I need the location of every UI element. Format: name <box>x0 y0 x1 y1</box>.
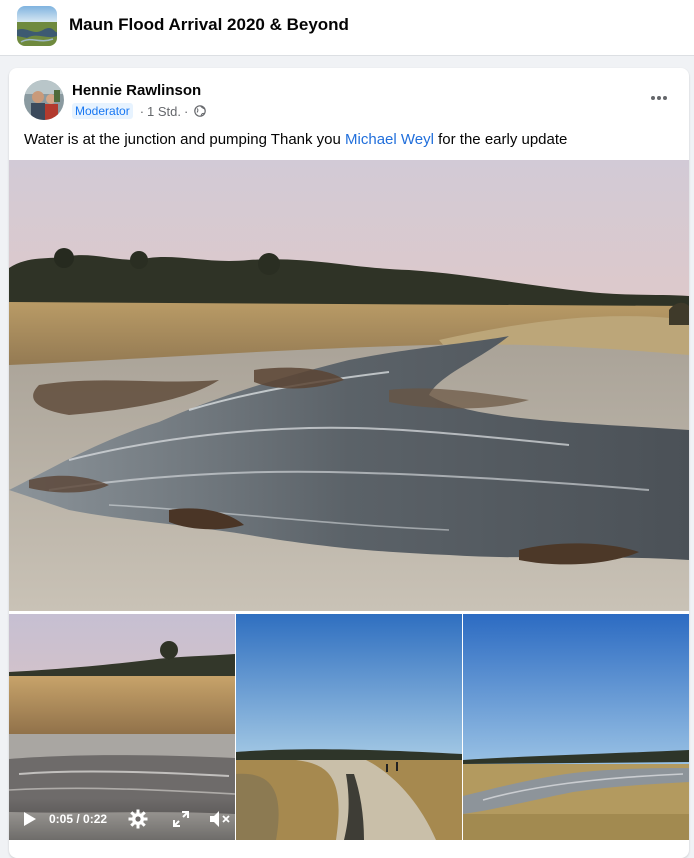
group-title[interactable]: Maun Flood Arrival 2020 & Beyond <box>69 15 349 35</box>
author-name[interactable]: Hennie Rawlinson <box>72 82 201 99</box>
video-controls: 0:05 / 0:22 <box>9 798 235 840</box>
moderator-badge: Moderator <box>72 103 133 119</box>
main-photo[interactable] <box>9 160 689 611</box>
play-icon[interactable] <box>21 810 39 828</box>
post-card: Hennie Rawlinson Moderator · 1 Std. · Wa… <box>9 68 689 858</box>
meta-separator: · <box>139 103 145 119</box>
group-cover-image[interactable] <box>17 6 57 46</box>
post-timestamp[interactable]: 1 Std. <box>147 104 181 119</box>
photo-thumbnail[interactable] <box>463 614 689 840</box>
more-options-icon[interactable] <box>647 88 671 108</box>
meta-separator: · <box>184 103 189 119</box>
post-text-after: for the early update <box>433 131 568 148</box>
gear-icon[interactable] <box>127 808 149 830</box>
group-header: Maun Flood Arrival 2020 & Beyond <box>0 0 694 56</box>
video-thumbnail[interactable]: 0:05 / 0:22 <box>9 614 235 840</box>
photo-thumbnail[interactable] <box>236 614 462 840</box>
video-time: 0:05 / 0:22 <box>49 812 108 826</box>
author-avatar[interactable] <box>24 80 64 120</box>
muted-speaker-icon[interactable] <box>209 809 231 829</box>
globe-icon[interactable] <box>194 105 207 117</box>
fullscreen-icon[interactable] <box>171 809 191 829</box>
post-text-before: Water is at the junction and pumping Tha… <box>24 131 346 148</box>
mention-link[interactable]: Michael Weyl <box>345 131 434 148</box>
post-meta: Moderator · 1 Std. · <box>72 102 207 120</box>
post-text: Water is at the junction and pumping Tha… <box>24 131 567 148</box>
